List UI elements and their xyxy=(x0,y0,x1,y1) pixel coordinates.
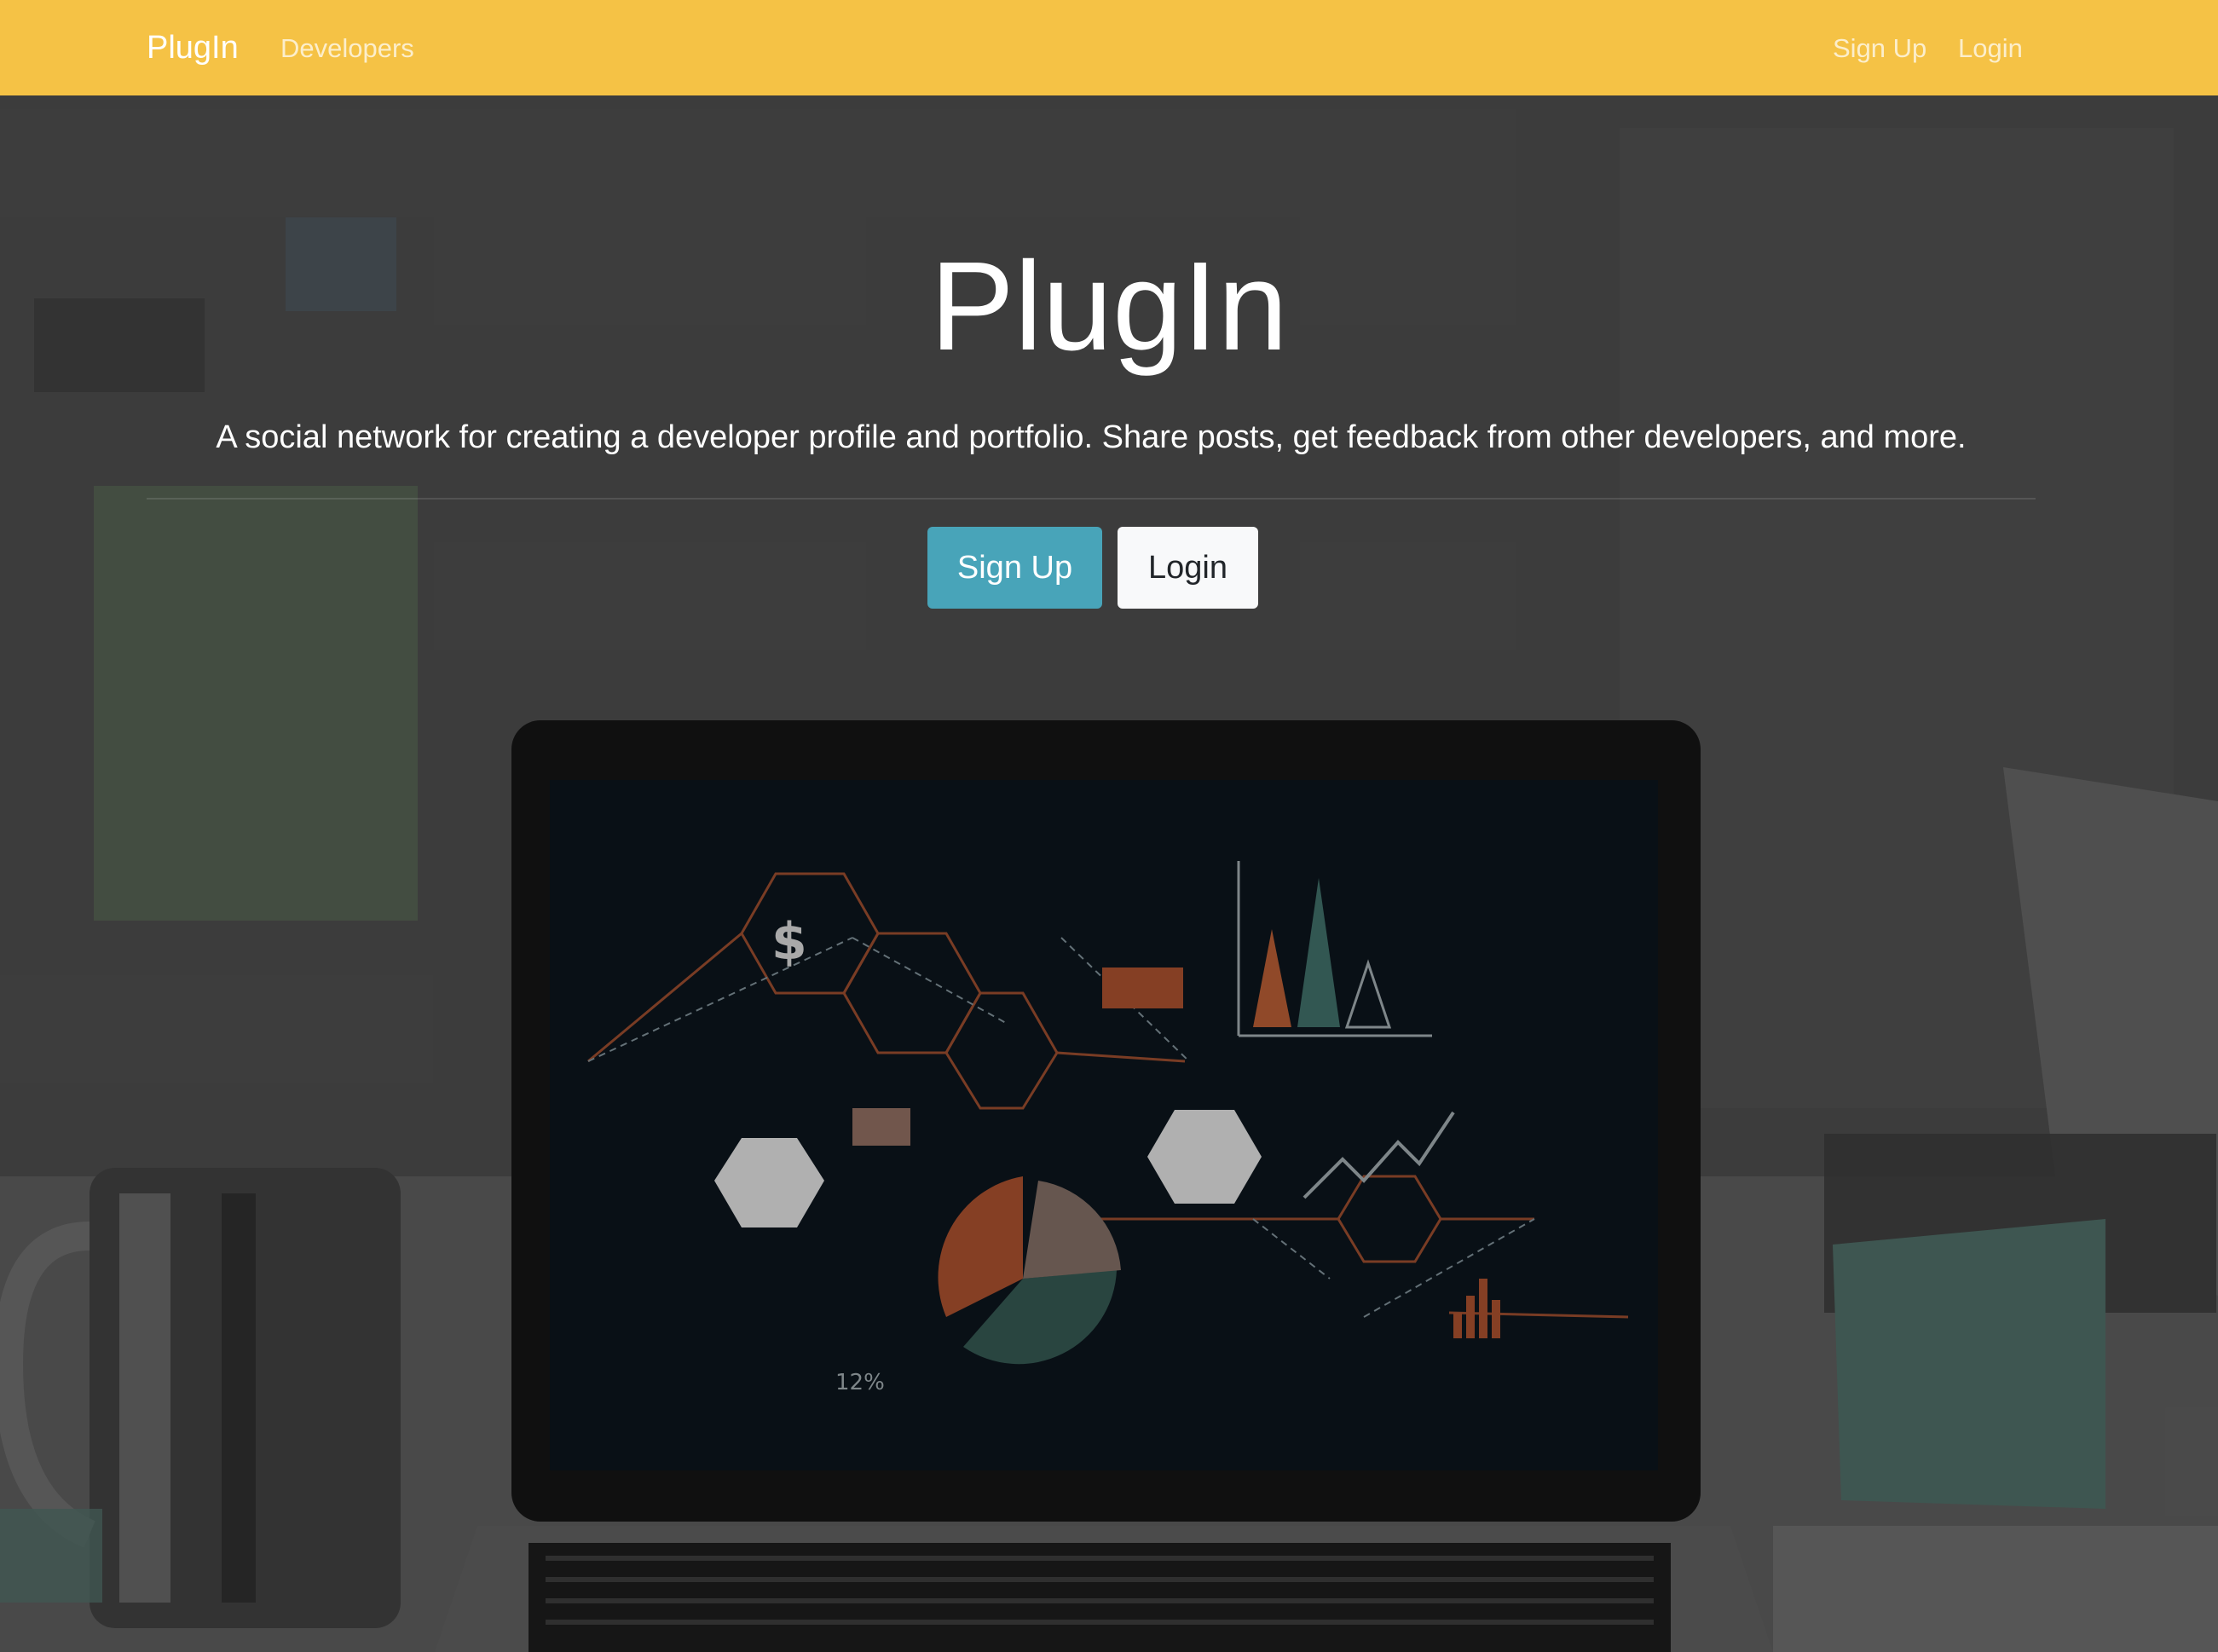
top-navbar: PlugIn Developers Sign Up Login xyxy=(0,0,2218,95)
navbar-brand[interactable]: PlugIn xyxy=(147,27,239,68)
nav-link-signup[interactable]: Sign Up xyxy=(1833,31,1926,66)
hero-divider xyxy=(147,498,2036,500)
nav-link-developers[interactable]: Developers xyxy=(280,31,414,66)
hero-lead-text: A social network for creating a develope… xyxy=(216,419,1967,455)
nav-link-login[interactable]: Login xyxy=(1958,31,2023,66)
login-button[interactable]: Login xyxy=(1118,527,1258,609)
signup-button[interactable]: Sign Up xyxy=(927,527,1102,609)
hero-title: PlugIn xyxy=(930,236,1288,377)
